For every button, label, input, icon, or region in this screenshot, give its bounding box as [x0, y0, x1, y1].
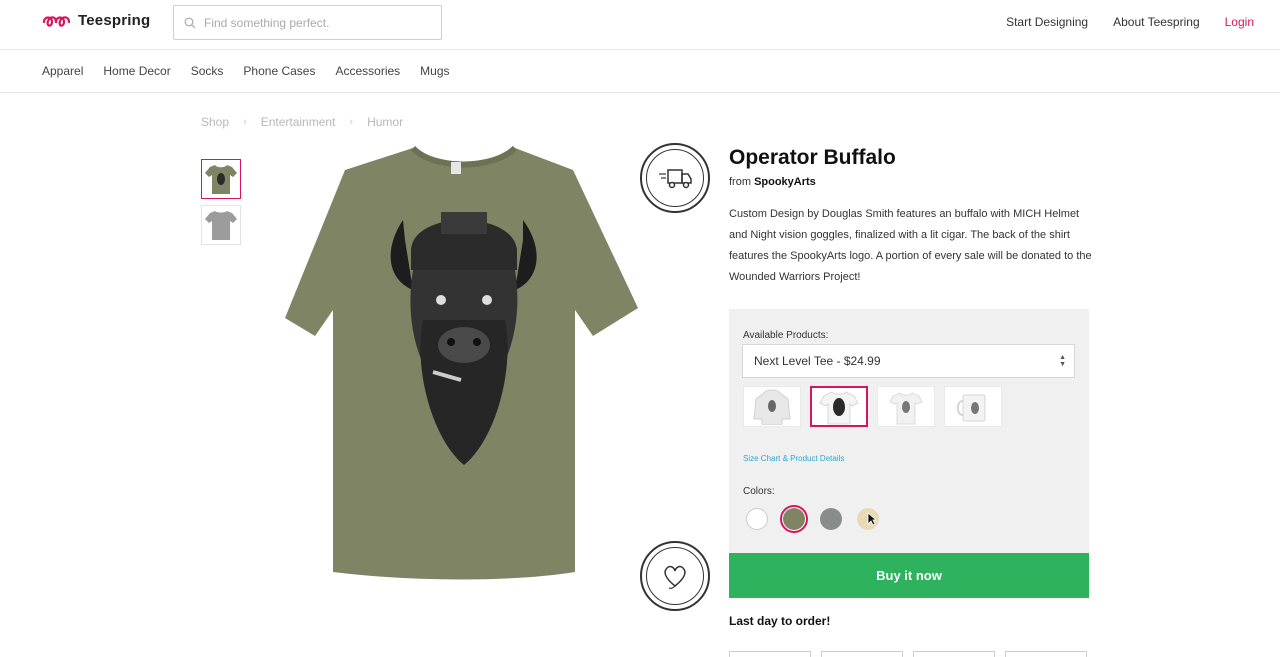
colors-label: Colors: [743, 486, 775, 497]
tshirt-front-thumb-icon [205, 165, 237, 194]
category-accessories[interactable]: Accessories [335, 64, 400, 78]
logo-text: Teespring [78, 12, 151, 29]
start-designing-link[interactable]: Start Designing [1006, 15, 1088, 29]
search-input[interactable] [204, 15, 424, 30]
size-option[interactable] [1005, 651, 1087, 657]
search-icon [184, 17, 196, 28]
breadcrumb: Shop › Entertainment › Humor [201, 115, 403, 129]
teespring-logo[interactable]: Teespring [42, 12, 150, 29]
rush-shipping-badge [640, 143, 710, 213]
product-description: Custom Design by Douglas Smith features … [729, 208, 1092, 283]
hoodie-icon [753, 389, 791, 425]
color-swatch-white[interactable] [743, 505, 771, 533]
product-main-image[interactable] [283, 140, 643, 585]
product-option-mug[interactable] [944, 386, 1002, 427]
thumbnail-front[interactable] [201, 159, 241, 199]
login-link[interactable]: Login [1225, 15, 1254, 29]
womens-tee-icon [889, 391, 923, 424]
about-teespring-link[interactable]: About Teespring [1113, 15, 1200, 29]
product-select[interactable]: Next Level Tee - $24.99 ▲ ▼ [742, 344, 1075, 378]
size-options-row [729, 651, 1087, 657]
category-mugs[interactable]: Mugs [420, 64, 449, 78]
tee-icon [819, 390, 859, 424]
breadcrumb-shop[interactable]: Shop [201, 115, 229, 129]
product-option-tee[interactable] [810, 386, 868, 427]
search-box[interactable] [173, 5, 442, 40]
logo-icon [42, 15, 71, 27]
heart-icon [664, 565, 686, 589]
category-nav: Apparel Home Decor Socks Phone Cases Acc… [0, 50, 1280, 93]
category-home-decor[interactable]: Home Decor [103, 64, 170, 78]
mug-icon [956, 394, 986, 421]
breadcrumb-humor[interactable]: Humor [367, 115, 403, 129]
tshirt-back-thumb-icon [205, 211, 237, 240]
product-option-hoodie[interactable] [743, 386, 801, 427]
seller-line: from SpookyArts [729, 176, 816, 188]
mouse-cursor-icon [867, 512, 877, 526]
size-option[interactable] [729, 651, 811, 657]
tshirt-image [285, 145, 638, 580]
chevron-right-icon: › [349, 116, 354, 128]
buy-it-now-button[interactable]: Buy it now [729, 553, 1089, 598]
size-option[interactable] [821, 651, 903, 657]
breadcrumb-entertainment[interactable]: Entertainment [261, 115, 336, 129]
charity-badge [640, 541, 710, 611]
size-option[interactable] [913, 651, 995, 657]
thumbnail-back[interactable] [201, 205, 241, 245]
last-day-notice: Last day to order! [729, 614, 831, 628]
product-option-womens-tee[interactable] [877, 386, 935, 427]
seller-link[interactable]: SpookyArts [754, 176, 816, 188]
top-nav: Start Designing About Teespring Login [1006, 15, 1254, 29]
product-options-panel: Available Products: Next Level Tee - $24… [729, 309, 1089, 553]
product-title: Operator Buffalo [729, 146, 896, 169]
truck-icon [659, 169, 692, 189]
size-chart-link[interactable]: Size Chart & Product Details [743, 454, 844, 463]
category-socks[interactable]: Socks [191, 64, 224, 78]
category-apparel[interactable]: Apparel [42, 64, 83, 78]
color-swatch-military-green[interactable] [780, 505, 808, 533]
chevron-right-icon: › [243, 116, 247, 128]
color-swatch-gray[interactable] [817, 505, 845, 533]
product-select-value: Next Level Tee - $24.99 [754, 354, 881, 368]
category-phone-cases[interactable]: Phone Cases [243, 64, 315, 78]
select-arrows-icon: ▲ ▼ [1059, 354, 1066, 368]
site-header: Teespring Start Designing About Teesprin… [0, 0, 1280, 50]
from-label: from [729, 176, 751, 188]
available-products-label: Available Products: [743, 330, 829, 341]
